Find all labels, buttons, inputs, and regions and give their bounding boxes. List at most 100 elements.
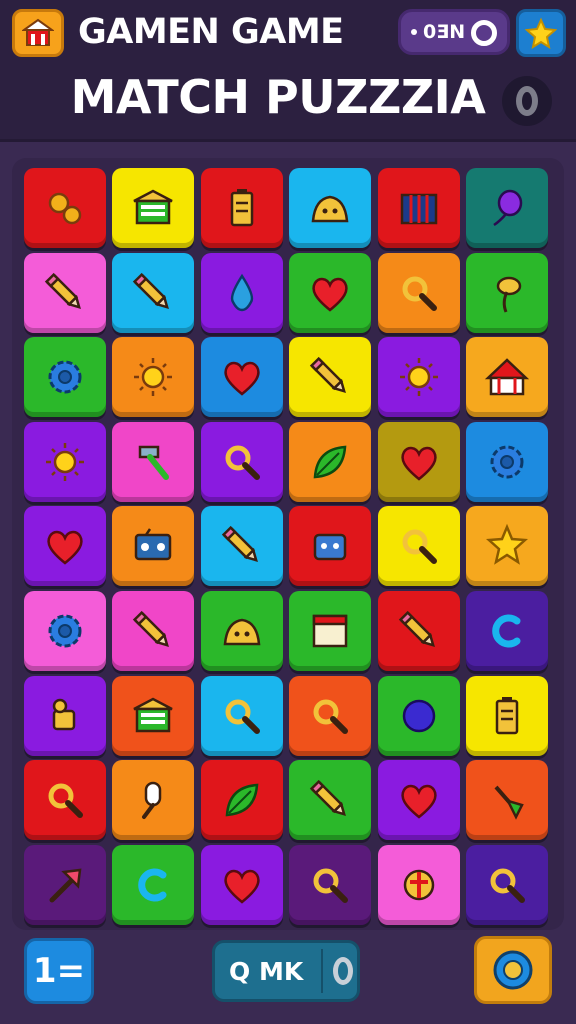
tile-gear[interactable] bbox=[466, 421, 548, 502]
tile-pencil[interactable] bbox=[289, 337, 372, 418]
favorites-button[interactable] bbox=[516, 9, 566, 57]
tile-leaf[interactable] bbox=[200, 760, 283, 841]
tile-cage[interactable] bbox=[377, 168, 460, 248]
tile-balloon[interactable] bbox=[466, 168, 548, 248]
mode-button[interactable]: Q MK bbox=[212, 940, 360, 1002]
tile-c[interactable] bbox=[112, 844, 195, 925]
indicator-dot bbox=[411, 29, 417, 35]
radio-icon bbox=[135, 528, 172, 561]
shop-icon bbox=[133, 697, 173, 732]
tile-radio[interactable] bbox=[112, 506, 195, 587]
tile-magnifier[interactable] bbox=[289, 675, 372, 756]
tile-heart[interactable] bbox=[200, 337, 283, 418]
heart-icon bbox=[224, 869, 260, 904]
tile-sun[interactable] bbox=[24, 421, 106, 502]
battery-icon bbox=[495, 696, 519, 734]
balloon-icon bbox=[493, 189, 523, 227]
tile-magnifier[interactable] bbox=[200, 675, 283, 756]
divider bbox=[321, 949, 323, 993]
tile-star[interactable] bbox=[466, 506, 548, 587]
tile-drop[interactable] bbox=[200, 252, 283, 333]
tile-pencil[interactable] bbox=[289, 760, 372, 841]
tile-shop[interactable] bbox=[112, 675, 195, 756]
magnifier-icon bbox=[48, 783, 83, 819]
slime-icon bbox=[223, 618, 261, 646]
tile-slime[interactable] bbox=[289, 168, 372, 248]
home-button[interactable] bbox=[12, 9, 64, 57]
gear-icon bbox=[48, 360, 82, 394]
leaf-icon bbox=[225, 783, 259, 817]
tile-pencil[interactable] bbox=[377, 591, 460, 671]
tile-heart[interactable] bbox=[377, 421, 460, 502]
pencil-icon bbox=[221, 526, 258, 563]
tile-battery[interactable] bbox=[466, 675, 548, 756]
tile-sun[interactable] bbox=[377, 337, 460, 418]
sun-icon bbox=[46, 442, 84, 481]
tile-frame[interactable] bbox=[289, 591, 372, 671]
hammer-icon bbox=[139, 445, 170, 480]
top-bar: GAMEN GAME 0ƎN MATCH PUZZZIA bbox=[0, 0, 576, 142]
tile-gear[interactable] bbox=[24, 337, 106, 418]
tile-magnifier[interactable] bbox=[24, 760, 106, 841]
gear-icon bbox=[490, 445, 524, 479]
tile-heart[interactable] bbox=[289, 252, 372, 333]
c-icon bbox=[138, 868, 167, 902]
heart-icon bbox=[400, 446, 437, 481]
plant-icon bbox=[496, 276, 522, 313]
tile-plant[interactable] bbox=[466, 252, 548, 333]
tile-robot[interactable] bbox=[289, 506, 372, 587]
tile-gears[interactable] bbox=[24, 168, 106, 248]
tile-shop[interactable] bbox=[112, 168, 195, 248]
sun-icon bbox=[134, 358, 173, 397]
tile-magnifier[interactable] bbox=[377, 252, 460, 333]
pencil-icon bbox=[398, 610, 435, 647]
blob-icon bbox=[402, 699, 435, 732]
tile-pencil[interactable] bbox=[112, 591, 195, 671]
robot-icon bbox=[313, 534, 347, 561]
game-title: MATCH PUZZZIA bbox=[70, 70, 486, 124]
cage-icon bbox=[400, 193, 437, 225]
magnifier-icon bbox=[313, 699, 349, 734]
tile-c[interactable] bbox=[466, 591, 548, 671]
gear-icon bbox=[493, 950, 533, 990]
pencil-icon bbox=[133, 272, 170, 309]
settings-button[interactable] bbox=[502, 76, 552, 126]
tile-magnifier[interactable] bbox=[377, 506, 460, 587]
pencil-icon bbox=[44, 272, 81, 309]
tile-compass[interactable] bbox=[377, 844, 460, 925]
tile-heart[interactable] bbox=[24, 506, 106, 587]
tile-hammer[interactable] bbox=[112, 421, 195, 502]
tile-pencil[interactable] bbox=[200, 506, 283, 587]
tile-heart[interactable] bbox=[200, 844, 283, 925]
arrow-icon bbox=[49, 868, 82, 903]
magnifier-icon bbox=[313, 868, 349, 903]
tile-magnifier[interactable] bbox=[289, 844, 372, 925]
tile-blob[interactable] bbox=[377, 675, 460, 756]
tile-microphone[interactable] bbox=[112, 760, 195, 841]
shop-icon bbox=[133, 189, 173, 225]
tile-pencil[interactable] bbox=[24, 252, 106, 333]
tile-magnifier[interactable] bbox=[466, 844, 548, 925]
hint-button[interactable] bbox=[474, 936, 552, 1004]
compass-icon bbox=[403, 869, 434, 901]
tile-battery[interactable] bbox=[200, 168, 283, 248]
tile-puzzle[interactable] bbox=[24, 675, 106, 756]
tile-heart[interactable] bbox=[377, 760, 460, 841]
tile-gear[interactable] bbox=[24, 591, 106, 671]
toggle-switch[interactable]: 0ƎN bbox=[398, 9, 510, 55]
star-icon bbox=[485, 524, 529, 566]
battery-icon bbox=[230, 189, 254, 227]
tile-magnifier[interactable] bbox=[200, 421, 283, 502]
tile-circus-tent[interactable] bbox=[466, 337, 548, 418]
tile-broom[interactable] bbox=[466, 760, 548, 841]
settings-icon bbox=[516, 86, 538, 116]
tile-pencil[interactable] bbox=[112, 252, 195, 333]
sun-icon bbox=[399, 358, 438, 397]
tile-arrow[interactable] bbox=[24, 844, 106, 925]
tile-slime[interactable] bbox=[200, 591, 283, 671]
tile-leaf[interactable] bbox=[289, 421, 372, 502]
tile-sun[interactable] bbox=[112, 337, 195, 418]
magnifier-icon bbox=[402, 529, 437, 565]
level-button[interactable]: 1= bbox=[24, 938, 94, 1004]
frame-icon bbox=[312, 614, 348, 648]
